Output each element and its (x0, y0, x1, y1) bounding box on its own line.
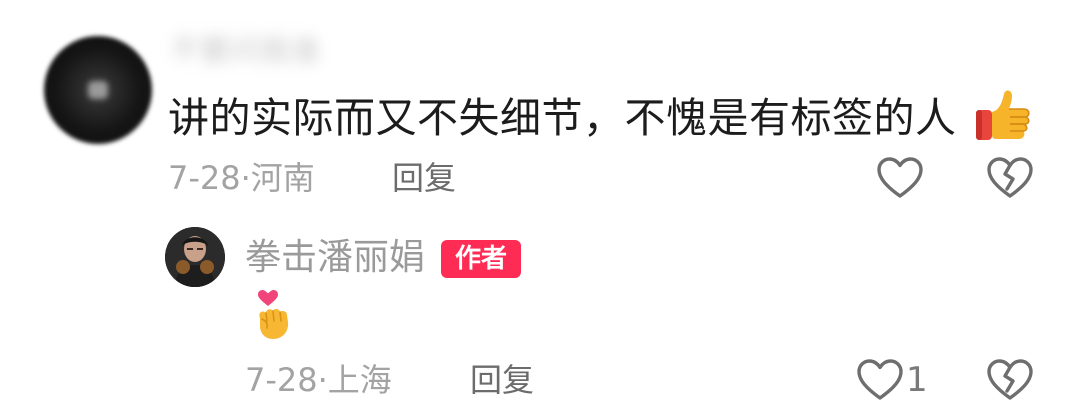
author-badge: 作者 (441, 240, 521, 278)
comment-like-heart-icon[interactable] (876, 156, 924, 200)
comment-meta-separator: · (240, 159, 251, 197)
author-avatar-image (165, 227, 225, 287)
reply-dislike-broken-heart-icon[interactable] (986, 358, 1034, 402)
author-avatar[interactable] (165, 227, 225, 287)
reply-like-count: 1 (906, 360, 928, 400)
comment-text: 讲的实际而又不失细节，不愧是有标签的人 (168, 94, 957, 142)
comment-meta: 7-28·河南 (168, 158, 315, 198)
reply-meta: 7-28·上海 (245, 360, 392, 400)
author-username[interactable]: 拳击潘丽娟 (245, 236, 425, 280)
reply-reply-button[interactable]: 回复 (470, 360, 534, 400)
reply-like-heart-icon[interactable] (856, 358, 904, 402)
commenter-avatar[interactable] (44, 36, 152, 144)
comment-dislike-broken-heart-icon[interactable] (986, 156, 1034, 200)
thumbs-up-emoji-icon (976, 90, 1030, 140)
reply-location: 上海 (327, 361, 392, 399)
comment-reply-button[interactable]: 回复 (392, 158, 456, 198)
comment-location: 河南 (250, 159, 315, 197)
comment-date: 7-28 (168, 159, 241, 197)
reply-date: 7-28 (245, 361, 318, 399)
commenter-username[interactable]: 不要问我谁 (170, 34, 320, 70)
reply-meta-separator: · (317, 361, 328, 399)
finger-heart-emoji-icon (258, 290, 289, 339)
